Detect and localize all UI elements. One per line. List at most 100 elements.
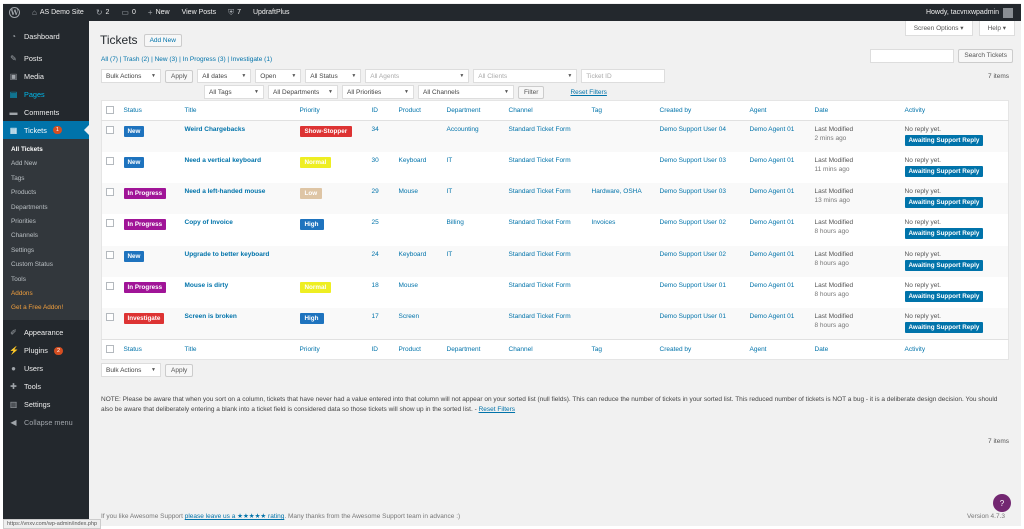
plugin-status-link[interactable]: ⛨ 7 — [222, 4, 247, 21]
column-footer[interactable]: Activity — [900, 339, 1009, 360]
column-header[interactable]: Activity — [900, 100, 1009, 121]
agent-link[interactable]: Demo Agent 01 — [750, 219, 795, 226]
column-footer[interactable]: Priority — [295, 339, 368, 360]
department-link[interactable]: Accounting — [447, 126, 479, 133]
tag-link[interactable]: Invoices — [592, 219, 616, 226]
status-filter-select[interactable]: All Status ▼ — [305, 69, 362, 83]
sidebar-item-plugins[interactable]: ⚡ Plugins 2 — [3, 342, 89, 360]
department-link[interactable]: IT — [447, 157, 453, 164]
submenu-tools[interactable]: Tools — [3, 273, 89, 287]
help-button[interactable]: Help ▾ — [978, 21, 1015, 36]
submenu-get-free-addon[interactable]: Get a Free Addon! — [3, 301, 89, 315]
filter-button[interactable]: Filter — [518, 85, 545, 99]
sidebar-item-pages[interactable]: ▤ Pages — [3, 85, 89, 103]
account-menu[interactable]: Howdy, tacvnxwpadmin — [920, 4, 1021, 21]
submenu-channels[interactable]: Channels — [3, 229, 89, 243]
column-header[interactable]: Tag — [587, 100, 656, 121]
ticket-title-link[interactable]: Upgrade to better keyboard — [185, 251, 270, 258]
state-filter-select[interactable]: Open ▼ — [255, 69, 302, 83]
column-header[interactable]: Title — [180, 100, 296, 121]
submenu-products[interactable]: Products — [3, 186, 89, 200]
column-footer[interactable]: Title — [180, 339, 296, 360]
product-link[interactable]: Mouse — [399, 282, 419, 289]
submenu-custom-status[interactable]: Custom Status — [3, 258, 89, 272]
ticket-title-link[interactable]: Need a vertical keyboard — [185, 157, 262, 164]
add-new-button[interactable]: Add New — [143, 33, 182, 47]
sidebar-item-dashboard[interactable]: ◔ Dashboard — [3, 27, 89, 45]
department-link[interactable]: IT — [447, 251, 453, 258]
updraftplus-link[interactable]: UpdraftPlus — [247, 4, 296, 21]
column-header[interactable]: Created by — [655, 100, 746, 121]
agent-filter-select[interactable]: All Agents ▼ — [365, 69, 470, 83]
submenu-all-tickets[interactable]: All Tickets — [3, 143, 89, 157]
ticket-title-link[interactable]: Weird Chargebacks — [185, 126, 246, 133]
column-footer[interactable]: ID — [367, 339, 395, 360]
sidebar-item-appearance[interactable]: ✐ Appearance — [3, 324, 89, 342]
column-footer[interactable]: Department — [442, 339, 505, 360]
row-checkbox[interactable] — [101, 183, 120, 215]
tag-link[interactable]: Hardware, OSHA — [592, 188, 642, 195]
sidebar-item-tools[interactable]: ✚ Tools — [3, 378, 89, 396]
submenu-add-new[interactable]: Add New — [3, 157, 89, 171]
select-all-checkbox-footer[interactable] — [101, 339, 120, 360]
help-chat-icon[interactable]: ? — [993, 494, 1011, 512]
channel-link[interactable]: Standard Ticket Form — [509, 313, 571, 320]
submenu-priorities[interactable]: Priorities — [3, 215, 89, 229]
bulk-actions-select-bottom[interactable]: Bulk Actions ▼ — [101, 363, 161, 377]
sidebar-item-users[interactable]: ● Users — [3, 360, 89, 378]
column-footer[interactable]: Tag — [587, 339, 656, 360]
submenu-tags[interactable]: Tags — [3, 172, 89, 186]
row-checkbox[interactable] — [101, 245, 120, 277]
channel-link[interactable]: Standard Ticket Form — [509, 282, 571, 289]
sidebar-item-collapse[interactable]: ◀ Collapse menu — [3, 414, 89, 432]
column-header[interactable]: Agent — [745, 100, 811, 121]
channel-link[interactable]: Standard Ticket Form — [509, 219, 571, 226]
department-filter-select[interactable]: All Departments ▼ — [268, 85, 338, 99]
product-link[interactable]: Keyboard — [399, 157, 427, 164]
column-footer[interactable]: Product — [394, 339, 443, 360]
sidebar-item-comments[interactable]: ▬ Comments — [3, 103, 89, 121]
new-content-link[interactable]: + New — [142, 4, 176, 21]
created-by-link[interactable]: Demo Support User 03 — [660, 188, 726, 195]
channel-link[interactable]: Standard Ticket Form — [509, 251, 571, 258]
column-header[interactable]: Status — [119, 100, 181, 121]
agent-link[interactable]: Demo Agent 01 — [750, 251, 795, 258]
created-by-link[interactable]: Demo Support User 01 — [660, 282, 726, 289]
channel-link[interactable]: Standard Ticket Form — [509, 157, 571, 164]
sidebar-item-tickets[interactable]: ▦ Tickets 1 — [3, 121, 89, 139]
updates-link[interactable]: ↻ 2 — [90, 4, 116, 21]
agent-link[interactable]: Demo Agent 01 — [750, 313, 795, 320]
ticket-id-link[interactable]: 29 — [372, 188, 379, 195]
column-footer[interactable]: Agent — [745, 339, 811, 360]
reset-filters-link[interactable]: Reset Filters — [570, 89, 606, 96]
column-header[interactable]: Date — [810, 100, 901, 121]
product-link[interactable]: Keyboard — [399, 251, 427, 258]
agent-link[interactable]: Demo Agent 01 — [750, 157, 795, 164]
agent-link[interactable]: Demo Agent 01 — [750, 188, 795, 195]
column-header[interactable]: Channel — [504, 100, 588, 121]
ticket-id-link[interactable]: 18 — [372, 282, 379, 289]
column-footer[interactable]: Created by — [655, 339, 746, 360]
ticket-id-input[interactable]: Ticket ID — [581, 69, 666, 83]
ticket-title-link[interactable]: Mouse is dirty — [185, 282, 229, 289]
department-link[interactable]: IT — [447, 188, 453, 195]
submenu-departments[interactable]: Departments — [3, 201, 89, 215]
reset-filters-note-link[interactable]: Reset Filters — [479, 406, 515, 413]
ticket-id-link[interactable]: 17 — [372, 313, 379, 320]
client-filter-select[interactable]: All Clients ▼ — [473, 69, 578, 83]
row-checkbox[interactable] — [102, 214, 120, 245]
screen-options-button[interactable]: Screen Options ▾ — [904, 21, 973, 36]
view-posts-link[interactable]: View Posts — [176, 4, 223, 21]
agent-link[interactable]: Demo Agent 01 — [750, 126, 795, 133]
row-checkbox[interactable] — [102, 277, 120, 308]
created-by-link[interactable]: Demo Support User 02 — [660, 251, 726, 258]
created-by-link[interactable]: Demo Support User 04 — [660, 126, 726, 133]
channel-filter-select[interactable]: All Channels ▼ — [418, 85, 514, 99]
column-footer[interactable]: Status — [119, 339, 181, 360]
ticket-title-link[interactable]: Need a left-handed mouse — [185, 188, 266, 195]
site-name-link[interactable]: ⌂ AS Demo Site — [26, 4, 90, 21]
created-by-link[interactable]: Demo Support User 02 — [660, 219, 726, 226]
bulk-actions-select[interactable]: Bulk Actions ▼ — [101, 69, 161, 83]
ticket-id-link[interactable]: 25 — [372, 219, 379, 226]
column-footer[interactable]: Date — [810, 339, 901, 360]
